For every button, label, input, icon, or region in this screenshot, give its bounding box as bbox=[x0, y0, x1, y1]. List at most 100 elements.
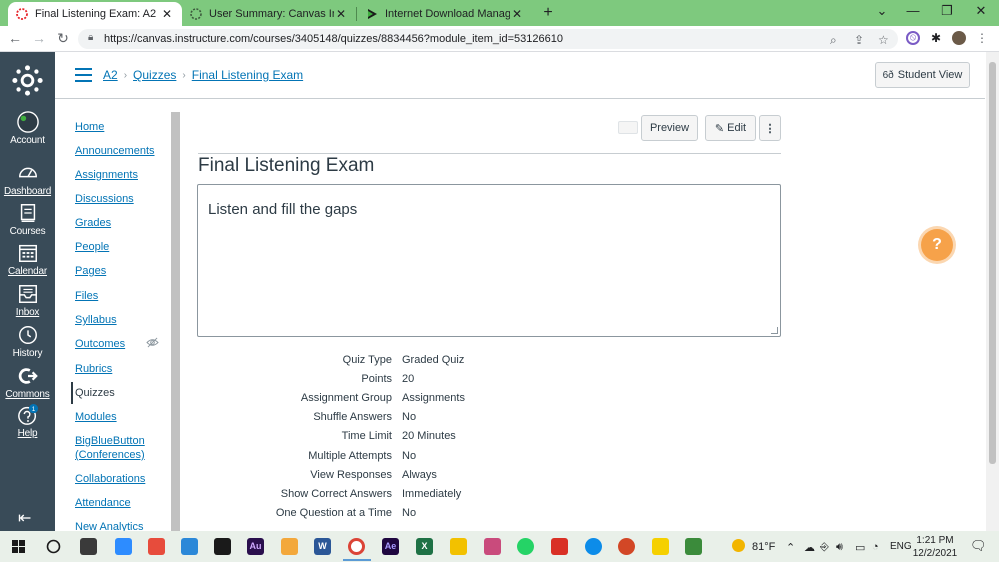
edge-icon[interactable] bbox=[585, 538, 602, 555]
course-nav-syllabus[interactable]: Syllabus bbox=[75, 314, 117, 326]
extensions-puzzle-icon[interactable]: ✱ bbox=[929, 31, 943, 45]
course-nav-files[interactable]: Files bbox=[75, 290, 98, 302]
breadcrumb-current-page[interactable]: Final Listening Exam bbox=[192, 68, 303, 82]
word-icon[interactable]: W bbox=[314, 538, 331, 555]
course-nav-modules[interactable]: Modules bbox=[75, 411, 117, 423]
cortana-search-icon[interactable] bbox=[46, 539, 61, 554]
course-nav-discussions[interactable]: Discussions bbox=[75, 193, 134, 205]
chrome-icon[interactable] bbox=[348, 538, 365, 555]
close-tab-icon[interactable]: ✕ bbox=[160, 7, 174, 21]
sticky-notes-icon[interactable] bbox=[652, 538, 669, 555]
back-arrow-icon[interactable]: ← bbox=[6, 30, 24, 46]
weather-sun-icon[interactable] bbox=[732, 539, 745, 552]
global-nav-dashboard[interactable]: Dashboard bbox=[0, 162, 55, 197]
course-nav-scrollbar[interactable] bbox=[171, 112, 180, 531]
hamburger-menu-icon[interactable] bbox=[75, 68, 92, 82]
course-nav-bigbluebutton[interactable]: BigBlueButton bbox=[75, 435, 145, 447]
office-icon[interactable] bbox=[281, 538, 298, 555]
wifi-icon[interactable]: ◔ bbox=[872, 541, 879, 553]
app-icon[interactable] bbox=[685, 538, 702, 555]
course-nav-grades[interactable]: Grades bbox=[75, 217, 111, 229]
global-nav-account[interactable]: Account bbox=[0, 111, 55, 146]
edit-button[interactable]: ✎ Edit bbox=[705, 115, 756, 141]
detail-row-one-question: One Question at a Time No bbox=[198, 507, 598, 526]
more-options-button[interactable]: ⋮ bbox=[759, 115, 781, 141]
new-tab-button[interactable]: + bbox=[540, 4, 556, 22]
global-nav-history[interactable]: History bbox=[0, 324, 55, 359]
course-nav-conferences[interactable]: (Conferences) bbox=[75, 449, 145, 461]
forward-arrow-icon[interactable]: → bbox=[30, 30, 48, 46]
course-nav-announcements[interactable]: Announcements bbox=[75, 145, 155, 157]
browser-tab-idm[interactable]: Internet Download Manager has ✕ bbox=[358, 2, 532, 26]
course-nav-home[interactable]: Home bbox=[75, 121, 104, 133]
mail-icon[interactable] bbox=[181, 538, 198, 555]
clock-date: 12/2/2021 bbox=[912, 548, 958, 559]
course-nav-assignments[interactable]: Assignments bbox=[75, 169, 138, 181]
whatsapp-icon[interactable] bbox=[517, 538, 534, 555]
global-nav-commons[interactable]: Commons bbox=[0, 365, 55, 400]
course-nav-quizzes[interactable]: Quizzes bbox=[75, 387, 115, 399]
browser-tab-quiz[interactable]: Final Listening Exam: A2 Batch 6 ✕ bbox=[8, 2, 182, 26]
collapse-nav-icon[interactable]: ⇤ bbox=[18, 508, 31, 528]
course-nav-rubrics[interactable]: Rubrics bbox=[75, 363, 112, 375]
preview-button[interactable]: Preview bbox=[641, 115, 698, 141]
browser-menu-icon[interactable]: ⋮ bbox=[975, 31, 989, 45]
zoom-app-icon[interactable] bbox=[115, 538, 132, 555]
minimize-icon[interactable]: — bbox=[903, 3, 923, 18]
file-explorer-icon[interactable] bbox=[450, 538, 467, 555]
tray-chevron-icon[interactable]: ⌃ bbox=[786, 541, 795, 554]
help-fab-button[interactable]: ? bbox=[921, 229, 953, 261]
notifications-icon[interactable]: 🗨︎ bbox=[970, 538, 987, 554]
system-clock[interactable]: 1:21 PM 12/2/2021 bbox=[910, 534, 960, 560]
close-tab-icon[interactable]: ✕ bbox=[334, 7, 348, 21]
address-bar[interactable]: 🔒︎ https://canvas.instructure.com/course… bbox=[78, 29, 898, 49]
task-view-icon[interactable] bbox=[80, 538, 97, 555]
close-tab-icon[interactable]: ✕ bbox=[510, 7, 524, 21]
publish-toggle[interactable] bbox=[618, 121, 638, 134]
tab-title: User Summary: Canvas Instructor bbox=[209, 8, 334, 20]
app-icon[interactable] bbox=[484, 538, 501, 555]
breadcrumb-course-link[interactable]: A2 bbox=[103, 68, 118, 82]
powerpoint-icon[interactable] bbox=[618, 538, 635, 555]
close-window-icon[interactable]: ✕ bbox=[971, 3, 991, 19]
tab-separator bbox=[356, 7, 357, 21]
course-nav-attendance[interactable]: Attendance bbox=[75, 497, 131, 509]
media-player-icon[interactable] bbox=[214, 538, 231, 555]
excel-icon[interactable]: X bbox=[416, 538, 433, 555]
course-nav-pages[interactable]: Pages bbox=[75, 265, 106, 277]
bookmark-star-icon[interactable]: ☆ bbox=[878, 33, 889, 47]
global-nav-inbox[interactable]: Inbox bbox=[0, 283, 55, 318]
cloud-icon[interactable]: ☁ bbox=[804, 541, 815, 554]
clock-time: 1:21 PM bbox=[916, 535, 954, 546]
browser-tab-user-summary[interactable]: User Summary: Canvas Instructor ✕ bbox=[182, 2, 356, 26]
tab-search-chevron-icon[interactable]: ⌄ bbox=[872, 3, 892, 19]
resize-grip-icon[interactable] bbox=[771, 327, 778, 334]
page-scrollbar-thumb[interactable] bbox=[989, 62, 996, 464]
block-extension-icon[interactable]: ⦸ bbox=[906, 31, 920, 45]
windows-start-icon[interactable] bbox=[12, 540, 25, 553]
page-scrollbar[interactable] bbox=[986, 52, 999, 531]
course-nav-collaborations[interactable]: Collaborations bbox=[75, 473, 145, 485]
reload-icon[interactable]: ↻ bbox=[54, 30, 72, 47]
global-nav-courses[interactable]: Courses bbox=[0, 202, 55, 237]
breadcrumb-quizzes-link[interactable]: Quizzes bbox=[133, 68, 176, 82]
acrobat-icon[interactable] bbox=[551, 538, 568, 555]
language-indicator[interactable]: ENG bbox=[890, 541, 912, 552]
zoom-icon[interactable]: ⌕ bbox=[830, 33, 837, 48]
student-view-button[interactable]: 6ð Student View bbox=[875, 62, 970, 88]
battery-icon[interactable]: ▭ bbox=[855, 541, 865, 554]
course-nav-outcomes[interactable]: Outcomes bbox=[75, 338, 125, 350]
usb-icon[interactable]: ⎆ bbox=[820, 541, 829, 554]
weather-temp[interactable]: 81°F bbox=[752, 541, 775, 553]
audition-icon[interactable]: Au bbox=[247, 538, 264, 555]
share-icon[interactable]: ⇪ bbox=[854, 33, 864, 47]
volume-icon[interactable]: 🔊︎ bbox=[836, 541, 843, 554]
course-nav-people[interactable]: People bbox=[75, 241, 109, 253]
canvas-logo-icon[interactable] bbox=[11, 64, 44, 97]
app-icon[interactable] bbox=[148, 538, 165, 555]
after-effects-icon[interactable]: Ae bbox=[382, 538, 399, 555]
restore-icon[interactable]: ❐ bbox=[937, 3, 957, 19]
global-nav-calendar[interactable]: Calendar bbox=[0, 242, 55, 277]
profile-avatar[interactable] bbox=[952, 31, 966, 45]
global-nav-help[interactable]: 1 Help bbox=[0, 404, 55, 439]
